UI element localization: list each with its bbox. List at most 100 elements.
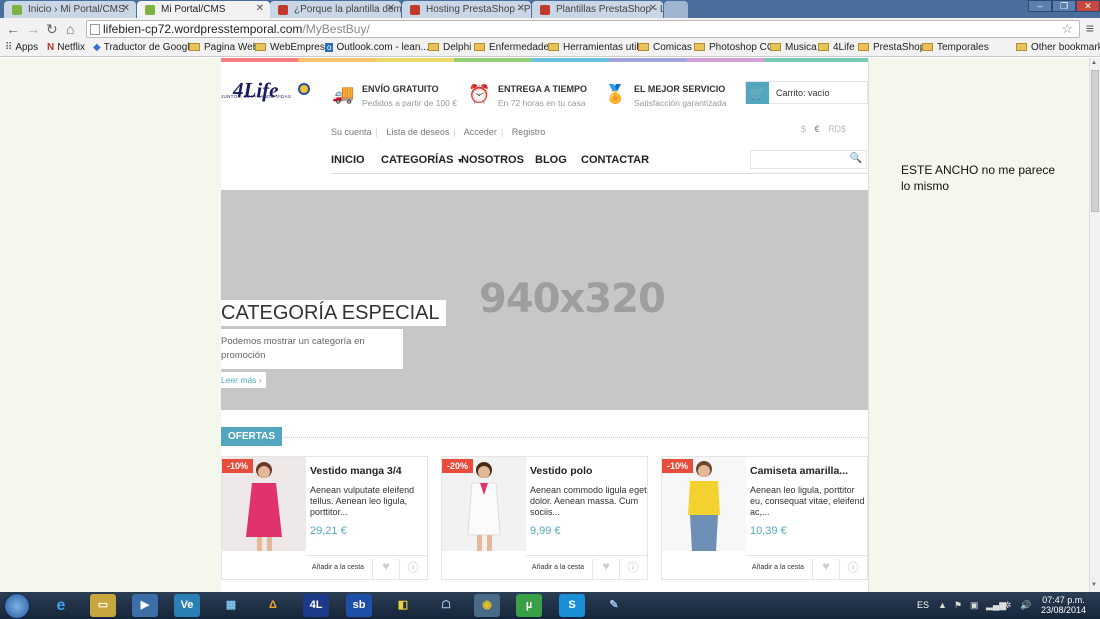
read-more-link[interactable]: Leer más › [221, 372, 266, 388]
bookmark-translate[interactable]: ◆ Traductor de Google [93, 42, 195, 53]
close-window-button[interactable]: ✕ [1076, 0, 1100, 12]
new-tab-button[interactable] [664, 1, 688, 18]
bookmark-folder[interactable]: WebEmpresa [255, 42, 330, 53]
bookmark-folder[interactable]: Pagina Web [189, 42, 258, 53]
feature-title: ENTREGA A TIEMPO [498, 84, 588, 94]
minimize-button[interactable]: – [1028, 0, 1052, 12]
product-actions: Añadir a la cesta ♥ ⓘ [746, 555, 867, 579]
language-indicator[interactable]: ES [917, 600, 929, 610]
section-divider [221, 437, 868, 438]
scroll-down-icon[interactable]: ▼ [1091, 582, 1097, 588]
browser-tab[interactable]: Hosting PrestaShop - Plan ✕ [402, 1, 531, 18]
folder-icon [638, 43, 649, 51]
link-account[interactable]: Su cuenta [331, 127, 372, 137]
heart-icon[interactable]: ♥ [812, 559, 839, 579]
system-clock[interactable]: 07:47 p.m. 23/08/2014 [1041, 595, 1086, 615]
address-bar[interactable]: lifebien-cp72.wordpresstemporal.com/MyBe… [86, 20, 1080, 38]
bookmark-folder[interactable]: Temporales [922, 42, 989, 53]
tray-app-icon[interactable]: ▣ [970, 600, 979, 611]
volume-icon[interactable]: 🔊 [1020, 600, 1031, 611]
browser-menu-icon[interactable]: ≡ [1086, 20, 1094, 36]
nav-inicio[interactable]: INICIO [331, 154, 365, 166]
nav-contactar[interactable]: CONTACTAR [581, 154, 649, 166]
scrollbar-thumb[interactable] [1091, 70, 1099, 212]
skype-icon[interactable]: S [559, 594, 585, 617]
bookmark-folder[interactable]: Herramientas utile [548, 42, 644, 53]
media-player-icon[interactable]: ▶ [132, 594, 158, 617]
bookmark-folder[interactable]: PrestaShop [858, 42, 925, 53]
heart-icon[interactable]: ♥ [372, 559, 399, 579]
browser-tab[interactable]: ¿Porque la plantilla demo ✕ [270, 1, 401, 18]
bookmark-netflix[interactable]: N Netflix [47, 42, 85, 53]
browser-tab[interactable]: Inicio › Mi Portal/CMS ✕ [4, 1, 136, 18]
product-card[interactable]: -10% Camiseta amarilla... Aenean leo lig… [661, 456, 868, 580]
network-icon[interactable]: ✲ [1004, 600, 1012, 611]
currency-usd[interactable]: $ [801, 124, 806, 134]
product-name[interactable]: Camiseta amarilla... [750, 465, 848, 477]
delphi-icon[interactable]: Δ [260, 594, 286, 617]
search-icon[interactable]: 🔍 [850, 153, 862, 164]
browser-tab[interactable]: Plantillas PrestaShop - Lis ✕ [532, 1, 663, 18]
nav-nosotros[interactable]: NOSOTROS [461, 154, 524, 166]
bookmark-folder[interactable]: Delphi [428, 42, 471, 53]
hero-banner[interactable]: 940x320 CATEGORÍA ESPECIAL Podemos mostr… [221, 190, 868, 410]
info-icon[interactable]: ⓘ [399, 559, 426, 579]
flag-icon[interactable]: ⚑ [954, 600, 962, 611]
heart-icon[interactable]: ♥ [592, 559, 619, 579]
reload-icon[interactable]: ↻ [46, 21, 58, 37]
close-icon[interactable]: ✕ [387, 3, 395, 14]
add-to-cart-button[interactable]: Añadir a la cesta [306, 564, 370, 571]
product-name[interactable]: Vestido manga 3/4 [310, 465, 402, 477]
link-register[interactable]: Registro [512, 127, 546, 137]
currency-eur[interactable]: € [815, 124, 820, 134]
4life-app-icon[interactable]: 4L [303, 594, 329, 617]
other-bookmarks[interactable]: Other bookmarks [1016, 42, 1100, 53]
nav-categorias[interactable]: CATEGORÍAS ▼ [381, 154, 464, 166]
restore-button[interactable]: ❐ [1052, 0, 1076, 12]
explorer-icon[interactable]: ▭ [90, 594, 116, 617]
add-to-cart-button[interactable]: Añadir a la cesta [746, 564, 810, 571]
network-app-icon[interactable]: ☖ [433, 594, 459, 617]
utorrent-icon[interactable]: µ [516, 594, 542, 617]
bookmark-folder[interactable]: Comicas [638, 42, 692, 53]
scroll-up-icon[interactable]: ▲ [1091, 60, 1097, 66]
product-card[interactable]: -20% Vestido polo Aenean commodo ligula … [441, 456, 648, 580]
bookmark-star-icon[interactable]: ☆ [1061, 21, 1073, 37]
tool-app-icon[interactable]: ✎ [601, 594, 627, 617]
forward-icon[interactable]: → [26, 21, 40, 37]
bookmark-folder[interactable]: Photoshop CC [694, 42, 774, 53]
info-icon[interactable]: ⓘ [619, 559, 646, 579]
home-icon[interactable]: ⌂ [66, 21, 74, 37]
browser-tab-active[interactable]: Mi Portal/CMS ✕ [137, 1, 270, 19]
chrome-icon[interactable]: ◉ [474, 594, 500, 617]
cart-button[interactable]: 🛒 Carrito: vacío [745, 81, 868, 104]
page-scrollbar[interactable]: ▲ ▼ [1089, 58, 1100, 592]
close-icon[interactable]: ✕ [649, 3, 657, 14]
product-card[interactable]: -10% Vestido manga 3/4 Aenean vulputate … [221, 456, 428, 580]
bookmark-folder[interactable]: Enfermedades [474, 42, 554, 53]
product-name[interactable]: Vestido polo [530, 465, 592, 477]
ie-icon[interactable]: e [48, 594, 74, 617]
close-icon[interactable]: ✕ [256, 3, 264, 14]
link-login[interactable]: Acceder [464, 127, 497, 137]
back-icon[interactable]: ← [6, 21, 20, 37]
bookmark-folder[interactable]: 4Life [818, 42, 855, 53]
info-icon[interactable]: ⓘ [839, 559, 866, 579]
store-logo[interactable]: 4Life JUNTOS, EDIFICANDO VIDAS [221, 78, 316, 103]
bookmark-folder[interactable]: Musica [770, 42, 817, 53]
search-input[interactable]: 🔍 [750, 150, 867, 169]
nav-blog[interactable]: BLOG [535, 154, 567, 166]
close-icon[interactable]: ✕ [122, 3, 130, 14]
sb-app-icon[interactable]: sb [346, 594, 372, 617]
currency-rd[interactable]: RD$ [828, 124, 846, 134]
add-to-cart-button[interactable]: Añadir a la cesta [526, 564, 590, 571]
folder-app-icon[interactable]: ◧ [390, 594, 416, 617]
close-icon[interactable]: ✕ [517, 3, 525, 14]
vs-icon[interactable]: Ve [174, 594, 200, 617]
calculator-icon[interactable]: ▦ [218, 594, 244, 617]
bookmark-outlook[interactable]: o Outlook.com - lean... [325, 42, 429, 53]
start-button[interactable] [4, 593, 30, 619]
bookmark-apps[interactable]: ⠿ Apps [5, 42, 38, 53]
link-wishlist[interactable]: Lista de deseos [386, 127, 449, 137]
tray-arrow-icon[interactable]: ▲ [938, 600, 947, 610]
